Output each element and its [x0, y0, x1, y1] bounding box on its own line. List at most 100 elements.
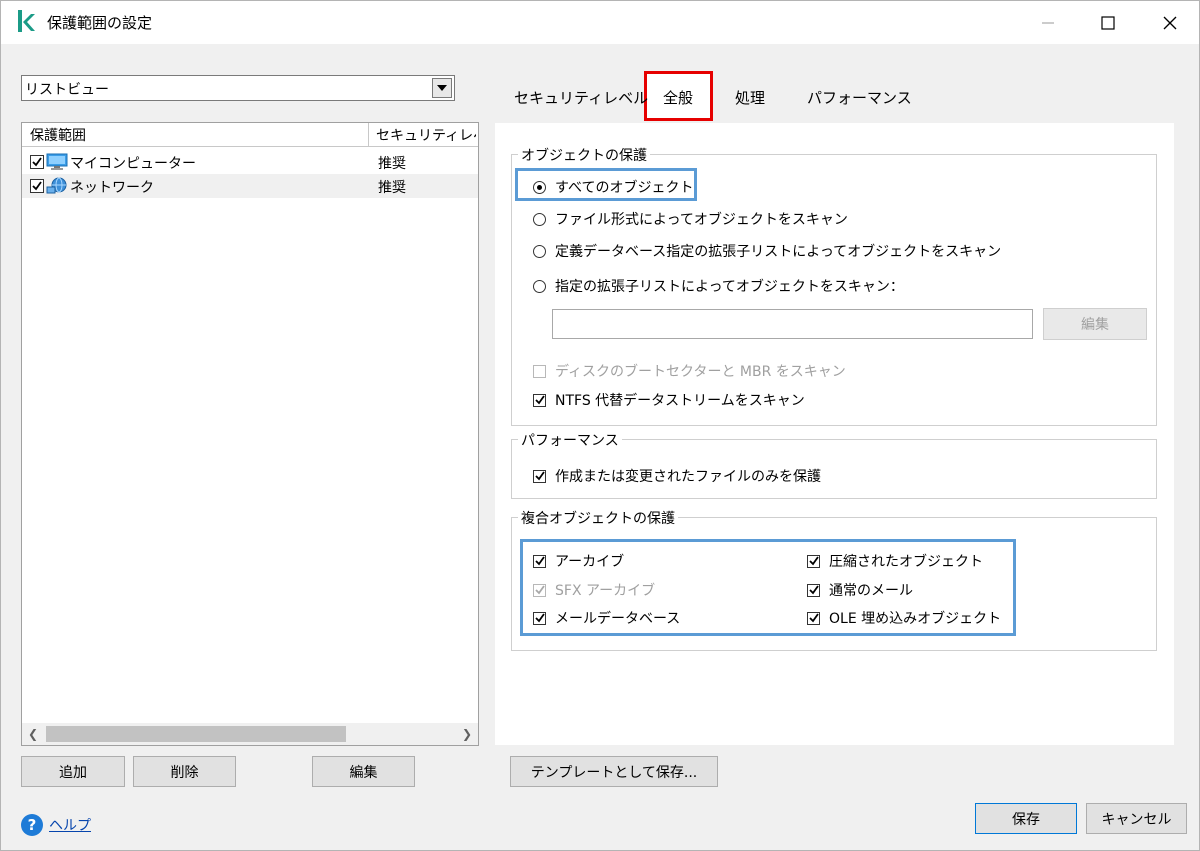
list-header: 保護範囲 セキュリティレベル	[22, 123, 478, 147]
checkbox[interactable]	[533, 393, 546, 407]
scroll-left-icon[interactable]: ❮	[28, 727, 38, 741]
plain-mail-checkbox[interactable]: 通常のメール	[807, 580, 913, 600]
checkbox-label: 通常のメール	[829, 583, 913, 599]
row-checkbox[interactable]	[30, 179, 44, 193]
close-icon	[1163, 16, 1177, 29]
checkbox-label: 作成または変更されたファイルのみを保護	[555, 469, 821, 485]
cancel-button[interactable]: キャンセル	[1086, 803, 1187, 834]
checkbox[interactable]	[533, 583, 546, 597]
help-link[interactable]: ? ヘルプ	[21, 814, 91, 836]
row-level-label: 推奨	[378, 156, 406, 172]
row-scope-label: ネットワーク	[70, 180, 154, 196]
extension-list-input[interactable]	[552, 309, 1033, 339]
packed-objects-checkbox[interactable]: 圧縮されたオブジェクト	[807, 551, 983, 571]
only-new-files-checkbox[interactable]: 作成または変更されたファイルのみを保護	[533, 466, 821, 486]
radio-button[interactable]	[533, 244, 546, 258]
ole-embedded-checkbox[interactable]: OLE 埋め込みオブジェクト	[807, 608, 1001, 628]
ntfs-stream-checkbox[interactable]: NTFS 代替データストリームをスキャン	[533, 390, 805, 410]
list-item[interactable]: ネットワーク 推奨	[22, 174, 478, 198]
checkbox[interactable]	[807, 554, 820, 568]
checkbox[interactable]	[533, 611, 546, 625]
save-as-template-button[interactable]: テンプレートとして保存...	[510, 756, 718, 787]
scrollbar-thumb[interactable]	[46, 726, 346, 742]
tab-performance[interactable]: パフォーマンス	[807, 87, 912, 108]
group-title: 複合オブジェクトの保護	[518, 508, 678, 528]
check-icon	[534, 613, 545, 623]
checkbox-label: アーカイブ	[555, 554, 625, 570]
row-level-label: 推奨	[378, 180, 406, 196]
window-title: 保護範囲の設定	[47, 14, 153, 32]
column-divider[interactable]	[368, 123, 369, 147]
minimize-button[interactable]	[1019, 1, 1077, 44]
radio-by-custom-extensions[interactable]: 指定の拡張子リストによってオブジェクトをスキャン：	[533, 276, 904, 296]
radio-label: すべてのオブジェクト	[555, 180, 694, 196]
row-scope-label: マイコンピューター	[70, 156, 196, 172]
delete-button[interactable]: 削除	[133, 756, 236, 787]
sfx-archive-checkbox[interactable]: SFX アーカイブ	[533, 580, 655, 600]
radio-all-objects[interactable]: すべてのオブジェクト	[533, 177, 693, 197]
archive-checkbox[interactable]: アーカイブ	[533, 551, 624, 571]
view-select[interactable]: リストビュー	[21, 75, 455, 101]
checkbox[interactable]	[533, 364, 546, 378]
view-select-value: リストビュー	[25, 82, 109, 98]
check-icon	[534, 585, 545, 595]
computer-icon	[46, 153, 68, 170]
check-icon	[32, 157, 42, 167]
mail-database-checkbox[interactable]: メールデータベース	[533, 608, 680, 628]
radio-label: ファイル形式によってオブジェクトをスキャン	[555, 212, 848, 228]
check-icon	[808, 613, 819, 623]
column-header-level[interactable]: セキュリティレベル	[376, 125, 476, 145]
general-tab-panel: オブジェクトの保護 すべてのオブジェクト ファイル形式によってオブジェクトをスキ…	[495, 123, 1174, 745]
maximize-button[interactable]	[1079, 1, 1137, 44]
maximize-icon	[1101, 15, 1115, 30]
checkbox-label: OLE 埋め込みオブジェクト	[829, 611, 1002, 627]
save-button[interactable]: 保存	[975, 803, 1077, 834]
group-title: パフォーマンス	[518, 430, 622, 450]
radio-button[interactable]	[533, 180, 546, 194]
radio-button[interactable]	[533, 279, 546, 293]
radio-button[interactable]	[533, 212, 546, 226]
checkbox-label: ディスクのブートセクターと MBR をスキャン	[555, 364, 846, 380]
check-icon	[808, 556, 819, 566]
radio-label: 定義データベース指定の拡張子リストによってオブジェクトをスキャン	[555, 244, 1002, 260]
checkbox[interactable]	[533, 469, 546, 483]
radio-by-file-format[interactable]: ファイル形式によってオブジェクトをスキャン	[533, 209, 848, 229]
help-label[interactable]: ヘルプ	[49, 815, 91, 835]
edit-extensions-button[interactable]: 編集	[1043, 308, 1147, 340]
protection-scope-list: 保護範囲 セキュリティレベル マイコンピューター 推奨	[21, 122, 479, 746]
check-icon	[534, 395, 545, 405]
radio-by-database-extensions[interactable]: 定義データベース指定の拡張子リストによってオブジェクトをスキャン	[533, 241, 1001, 261]
tab-actions[interactable]: 処理	[735, 87, 765, 108]
checkbox-label: SFX アーカイブ	[555, 583, 656, 599]
close-button[interactable]	[1141, 1, 1199, 44]
column-header-scope[interactable]: 保護範囲	[30, 125, 360, 145]
list-item[interactable]: マイコンピューター 推奨	[22, 150, 478, 174]
check-icon	[32, 181, 42, 191]
title-bar: 保護範囲の設定	[1, 1, 1199, 44]
minimize-icon	[1042, 22, 1054, 23]
network-icon	[46, 177, 67, 194]
scroll-right-icon[interactable]: ❯	[462, 727, 472, 741]
checkbox[interactable]	[533, 554, 546, 568]
edit-scope-button[interactable]: 編集	[312, 756, 415, 787]
tab-security-level[interactable]: セキュリティレベル	[514, 87, 648, 108]
checkbox-label: NTFS 代替データストリームをスキャン	[555, 393, 805, 409]
dropdown-arrow[interactable]	[432, 78, 452, 98]
check-icon	[808, 585, 819, 595]
help-icon[interactable]: ?	[21, 814, 43, 836]
tab-general[interactable]: 全般	[663, 87, 693, 108]
checkbox-label: 圧縮されたオブジェクト	[829, 554, 983, 570]
boot-sector-checkbox[interactable]: ディスクのブートセクターと MBR をスキャン	[533, 361, 846, 381]
horizontal-scrollbar[interactable]: ❮ ❯	[22, 723, 478, 745]
row-checkbox[interactable]	[30, 155, 44, 169]
app-logo-icon	[18, 10, 35, 32]
check-icon	[534, 471, 545, 481]
add-button[interactable]: 追加	[21, 756, 125, 787]
settings-window: 保護範囲の設定 リストビュー 保護範囲 セキュリティレベル	[0, 0, 1200, 851]
radio-label: 指定の拡張子リストによってオブジェクトをスキャン：	[555, 279, 904, 295]
checkbox-label: メールデータベース	[555, 611, 681, 627]
chevron-down-icon	[437, 85, 447, 91]
group-title: オブジェクトの保護	[518, 145, 650, 165]
checkbox[interactable]	[807, 611, 820, 625]
checkbox[interactable]	[807, 583, 820, 597]
